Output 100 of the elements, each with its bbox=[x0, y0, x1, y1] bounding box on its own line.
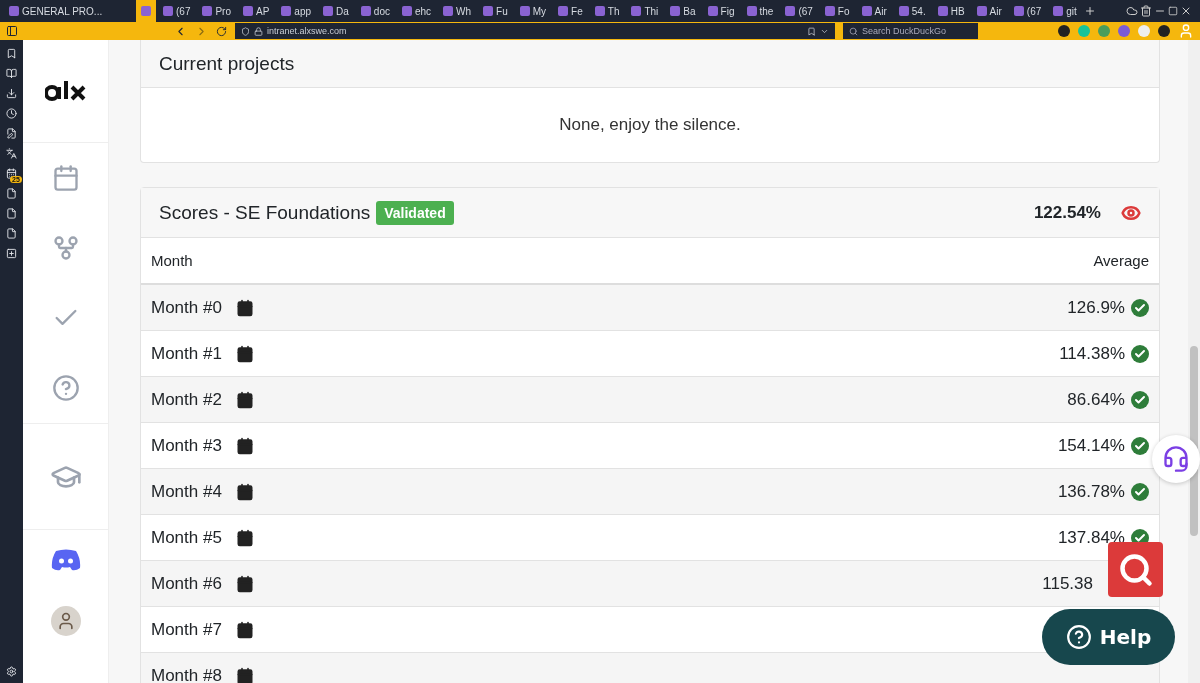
browser-tab[interactable]: Fo bbox=[819, 0, 855, 22]
browser-tab[interactable]: 54. bbox=[893, 0, 931, 22]
panel-icon[interactable] bbox=[6, 228, 17, 239]
panel-icon[interactable] bbox=[6, 88, 17, 99]
panel-icon[interactable] bbox=[6, 188, 17, 199]
help-icon bbox=[1065, 624, 1092, 650]
browser-tab[interactable]: Th bbox=[589, 0, 625, 22]
panel-toggle-icon[interactable] bbox=[6, 25, 18, 37]
tab-favicon-icon bbox=[594, 6, 605, 16]
browser-tab[interactable]: Fig bbox=[702, 0, 740, 22]
table-cell: Month #0 bbox=[151, 297, 222, 318]
browser-tab[interactable]: git bbox=[1048, 0, 1082, 22]
panel-icon[interactable] bbox=[6, 248, 17, 259]
browser-tab[interactable]: app bbox=[276, 0, 317, 22]
discord-icon[interactable] bbox=[50, 549, 81, 571]
browser-tab[interactable]: ehc bbox=[396, 0, 437, 22]
close-icon[interactable] bbox=[1180, 5, 1192, 17]
search-field[interactable]: Search DuckDuckGo bbox=[843, 23, 978, 39]
tab-favicon-icon bbox=[937, 6, 948, 16]
panel-icon[interactable] bbox=[6, 108, 17, 119]
calendar-icon[interactable] bbox=[235, 528, 254, 547]
table-cell: Month #2 bbox=[151, 389, 222, 410]
table-cell: 126.9% bbox=[1067, 297, 1125, 318]
help-button[interactable]: Help bbox=[1042, 609, 1175, 665]
table-cell: Month #5 bbox=[151, 527, 222, 548]
new-tab-icon[interactable] bbox=[1083, 5, 1096, 17]
calendar-icon[interactable] bbox=[235, 436, 254, 455]
tab-favicon-icon bbox=[281, 6, 292, 16]
table-cell: 115.38 bbox=[1042, 573, 1093, 594]
calendar-icon[interactable] bbox=[235, 666, 254, 683]
calendar-icon[interactable] bbox=[235, 482, 254, 501]
panel-icon[interactable] bbox=[6, 48, 17, 59]
headset-icon bbox=[1162, 445, 1190, 473]
browser-tab[interactable]: Thi bbox=[626, 0, 664, 22]
browser-tab[interactable]: the bbox=[741, 0, 779, 22]
browser-tab[interactable]: Da bbox=[318, 0, 354, 22]
help-label: Help bbox=[1099, 625, 1152, 649]
table-cell: 137.84% bbox=[1057, 527, 1125, 548]
browser-tab[interactable]: HB bbox=[932, 0, 970, 22]
tab-favicon-icon bbox=[519, 6, 530, 16]
tab-favicon-icon bbox=[707, 6, 718, 16]
total-score: 122.54% bbox=[1033, 202, 1101, 223]
panel-icon[interactable] bbox=[6, 128, 17, 139]
browser-tab[interactable]: Ba bbox=[665, 0, 701, 22]
maximize-icon[interactable] bbox=[1168, 6, 1178, 16]
calendar-icon[interactable] bbox=[235, 620, 254, 639]
table-cell: Month #3 bbox=[151, 435, 222, 456]
table-cell: Month #7 bbox=[151, 619, 222, 640]
browser-tab[interactable]: AP bbox=[238, 0, 275, 22]
browser-tab[interactable]: (67 bbox=[158, 0, 196, 22]
browser-tab[interactable]: Pro bbox=[197, 0, 236, 22]
table-cell: 154.14% bbox=[1057, 435, 1125, 456]
extension-icon[interactable] bbox=[1158, 25, 1170, 37]
browser-tab[interactable]: Air bbox=[856, 0, 892, 22]
bookmark-icon[interactable] bbox=[807, 26, 816, 36]
table-cell: Month #8 bbox=[151, 665, 222, 683]
browser-tab[interactable]: GENERAL PRO... bbox=[4, 0, 134, 22]
tab-favicon-icon bbox=[323, 6, 334, 16]
cloud-icon[interactable] bbox=[1126, 5, 1138, 17]
address-field[interactable]: intranet.alxswe.com bbox=[235, 23, 835, 39]
calendar-icon[interactable] bbox=[235, 574, 254, 593]
card-title: Scores - SE Foundations bbox=[159, 201, 371, 224]
search-button[interactable] bbox=[1108, 542, 1163, 597]
tab-favicon-icon bbox=[746, 6, 757, 16]
browser-tab[interactable]: Fe bbox=[553, 0, 588, 22]
alx-logo-icon[interactable] bbox=[44, 81, 87, 101]
table-cell: 86.64% bbox=[1067, 389, 1125, 410]
tab-favicon-icon bbox=[360, 6, 371, 16]
reload-icon[interactable] bbox=[216, 25, 227, 37]
search-icon bbox=[849, 26, 858, 36]
panel-icon[interactable] bbox=[6, 168, 17, 179]
tab-favicon-icon bbox=[243, 6, 253, 16]
calendar-icon[interactable] bbox=[235, 298, 254, 317]
table-cell: 136.78% bbox=[1057, 481, 1125, 502]
search-icon bbox=[1117, 551, 1154, 588]
tab-favicon-icon bbox=[898, 6, 909, 16]
panel-icon[interactable] bbox=[6, 208, 17, 219]
browser-tab[interactable]: Fu bbox=[478, 0, 513, 22]
calendar-icon[interactable] bbox=[235, 344, 254, 363]
extension-icon[interactable] bbox=[1058, 25, 1070, 37]
column-header: Month bbox=[151, 252, 193, 269]
settings-icon[interactable] bbox=[6, 666, 17, 677]
tab-favicon-icon bbox=[631, 6, 642, 16]
panel-icon[interactable] bbox=[6, 148, 17, 159]
calendar-icon[interactable] bbox=[235, 390, 254, 409]
browser-tab[interactable]: My bbox=[514, 0, 552, 22]
avatar[interactable] bbox=[50, 606, 81, 636]
tab-favicon-icon bbox=[861, 6, 872, 16]
panel-icon[interactable] bbox=[6, 68, 17, 79]
tab-favicon-icon bbox=[401, 6, 412, 16]
browser-tab[interactable]: (67 bbox=[780, 0, 818, 22]
browser-tab[interactable]: Air bbox=[971, 0, 1007, 22]
browser-tab[interactable]: (67 bbox=[1008, 0, 1047, 22]
tab-favicon-icon bbox=[1053, 6, 1064, 16]
tab-favicon-icon bbox=[163, 6, 173, 16]
tab-favicon-icon bbox=[202, 6, 213, 16]
trash-icon[interactable] bbox=[1140, 5, 1152, 17]
tab-favicon-icon bbox=[976, 6, 987, 16]
browser-tab[interactable]: Wh bbox=[438, 0, 477, 22]
browser-tab[interactable]: doc bbox=[355, 0, 395, 22]
